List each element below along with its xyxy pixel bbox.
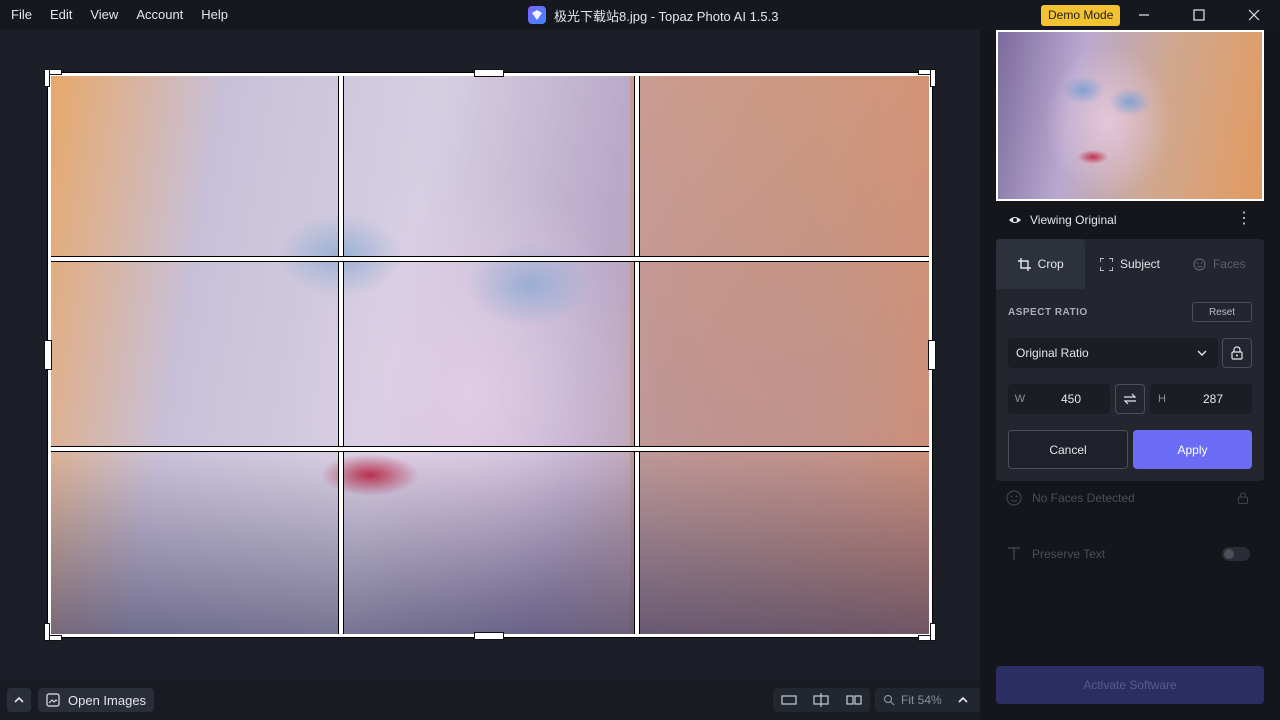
reset-button[interactable]: Reset [1192,302,1252,322]
menu-help[interactable]: Help [192,0,237,30]
text-icon [1008,547,1020,560]
width-field[interactable]: W 450 [1008,384,1110,414]
eye-icon [1009,217,1021,223]
preserve-text-label: Preserve Text [1032,547,1106,561]
crop-handle-top[interactable] [474,69,504,77]
split-view-icon[interactable] [813,693,830,707]
zoom-icon [883,694,895,706]
subject-select-icon [1099,257,1113,271]
view-mode-group [773,688,870,712]
crop-handle-left[interactable] [44,340,52,370]
chevron-down-icon [1197,350,1207,356]
crop-handle-top-right-v[interactable] [930,69,936,87]
menu-file[interactable]: File [2,0,41,30]
menu-account[interactable]: Account [127,0,192,30]
tab-crop-label: Crop [1037,257,1064,271]
lock-ratio-button[interactable] [1222,338,1252,368]
viewing-original-label: Viewing Original [1030,213,1117,227]
maximize-button[interactable] [1176,0,1222,30]
crop-handle-top-left-v[interactable] [44,69,50,87]
height-value[interactable]: 287 [1174,392,1252,406]
maximize-icon [1193,9,1205,21]
window-title-text: 极光下载站8.jpg - Topaz Photo AI 1.5.3 [554,8,779,24]
menu-view[interactable]: View [81,0,127,30]
zoom-control[interactable]: Fit 54% [875,688,981,712]
zoom-value: Fit 54% [901,693,942,707]
no-faces-label: No Faces Detected [1032,491,1135,505]
minimize-button[interactable] [1121,0,1167,30]
viewing-original-toggle[interactable]: Viewing Original ⋮ [996,206,1264,234]
crop-handle-bottom-right-v[interactable] [930,623,936,641]
menu-edit[interactable]: Edit [41,0,81,30]
tab-bar: Crop Subject Faces [996,239,1264,289]
width-label: W [1014,393,1026,405]
tab-subject-label: Subject [1119,257,1160,271]
tab-faces: Faces [1175,239,1264,289]
aspect-ratio-heading: ASPECT RATIO [1008,307,1088,318]
aspect-ratio-select[interactable]: Original Ratio [1008,338,1218,368]
height-label: H [1158,393,1166,405]
close-button[interactable] [1231,0,1277,30]
more-options-icon[interactable]: ⋮ [1236,211,1252,227]
minimize-icon [1139,14,1149,16]
tab-crop[interactable]: Crop [996,239,1086,289]
crop-icon [1017,257,1031,271]
lock-icon [1231,346,1243,360]
height-field[interactable]: H 287 [1150,384,1252,414]
tab-subject[interactable]: Subject [1085,239,1174,289]
swap-dimensions-button[interactable] [1115,384,1145,414]
chevron-up-icon [14,696,24,703]
swap-icon [1123,393,1137,405]
crop-panel: Crop Subject Faces ASPECT RATIO Reset Or… [996,239,1264,481]
open-images-label: Open Images [68,692,147,708]
bottom-toolbar: Open Images Fit 54% [0,680,981,720]
no-faces-row: No Faces Detected [996,483,1264,513]
window-title: 极光下载站8.jpg - Topaz Photo AI 1.5.3 [528,0,779,30]
demo-mode-badge[interactable]: Demo Mode [1041,5,1121,26]
aspect-ratio-value: Original Ratio [1016,346,1089,360]
side-by-side-icon[interactable] [846,694,862,706]
preserve-text-toggle[interactable] [1222,547,1250,561]
single-view-icon[interactable] [781,694,797,706]
cancel-button[interactable]: Cancel [1008,430,1128,469]
navigator-thumbnail[interactable] [996,30,1264,201]
crop-handle-bottom[interactable] [474,632,504,640]
crop-handle-bottom-left-v[interactable] [44,623,50,641]
app-logo-icon [528,6,546,24]
tab-faces-label: Faces [1212,257,1246,271]
preserve-text-row: Preserve Text [996,539,1264,569]
width-value[interactable]: 450 [1032,392,1110,406]
close-icon [1248,9,1260,21]
title-bar: File Edit View Account Help 极光下载站8.jpg -… [0,0,1280,30]
expand-filmstrip-button[interactable] [7,688,31,712]
lock-icon [1238,492,1248,504]
side-panel: Viewing Original ⋮ Crop Subject Faces AS… [980,30,1280,720]
chevron-up-icon [958,696,968,703]
crop-handle-right[interactable] [928,340,936,370]
crop-frame[interactable] [47,72,933,638]
face-icon [1006,490,1022,506]
face-icon [1193,257,1206,271]
image-icon [46,693,60,707]
apply-button[interactable]: Apply [1133,430,1252,469]
activate-software-button[interactable]: Activate Software [996,666,1264,704]
open-images-button[interactable]: Open Images [38,688,155,712]
menu-bar: File Edit View Account Help [2,0,237,30]
